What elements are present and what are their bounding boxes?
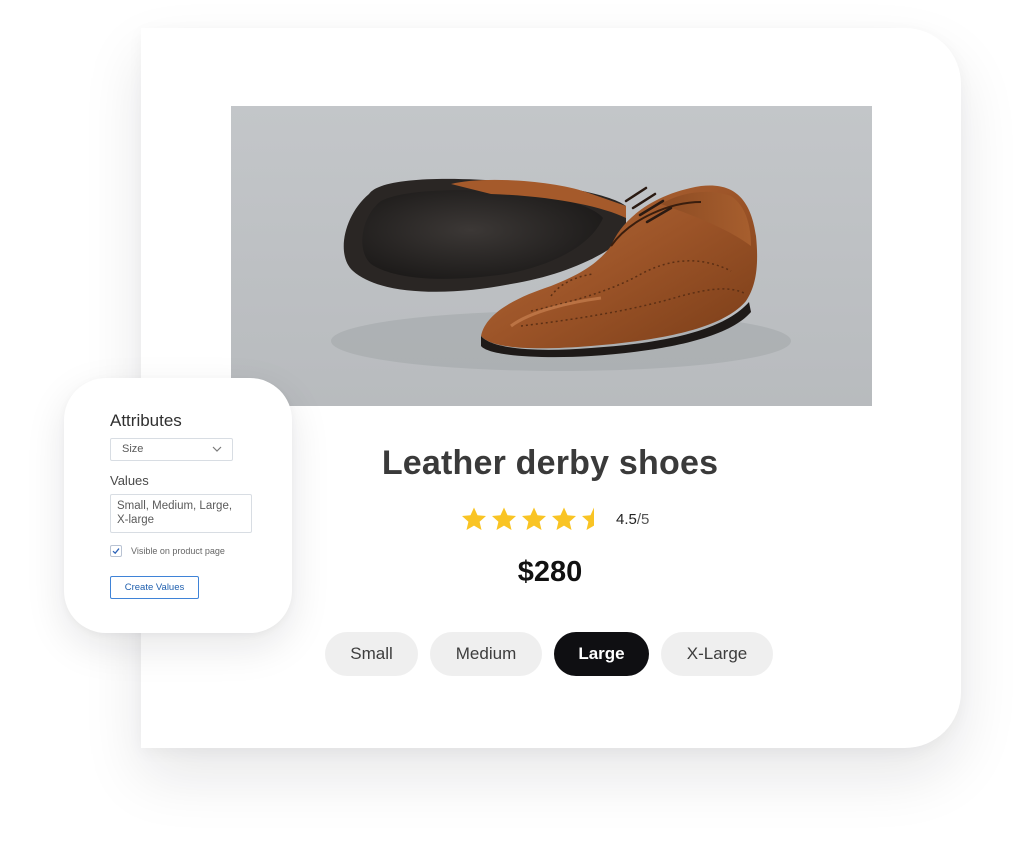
- attribute-select[interactable]: Size: [110, 438, 233, 461]
- star-icon: [552, 507, 576, 530]
- attributes-title: Attributes: [110, 411, 182, 430]
- chevron-down-icon: [212, 446, 222, 452]
- attributes-panel: Attributes Size Values Small, Medium, La…: [64, 378, 292, 633]
- size-option-small[interactable]: Small: [325, 632, 418, 676]
- size-option-large[interactable]: Large: [554, 632, 649, 676]
- check-icon: [112, 548, 120, 555]
- star-icon: [522, 507, 546, 530]
- size-option-x-large[interactable]: X-Large: [661, 632, 773, 676]
- product-rating: 4.5/5: [460, 505, 649, 533]
- rating-stars: [460, 506, 608, 532]
- star-icon: [492, 507, 516, 530]
- visible-checkbox[interactable]: [110, 545, 122, 557]
- size-option-medium[interactable]: Medium: [430, 632, 542, 676]
- values-textarea[interactable]: Small, Medium, Large, X-large: [110, 494, 252, 533]
- product-image: [231, 106, 872, 406]
- size-selector: Small Medium Large X-Large: [325, 632, 773, 676]
- product-title: Leather derby shoes: [381, 444, 719, 482]
- values-label: Values: [110, 473, 149, 488]
- attribute-select-value: Size: [122, 443, 144, 455]
- product-price: $280: [517, 556, 583, 588]
- half-star-icon: [582, 507, 594, 530]
- star-icon: [462, 507, 486, 530]
- visible-checkbox-label: Visible on product page: [131, 546, 225, 556]
- rating-text: 4.5/5: [616, 511, 649, 528]
- rating-value: 4.5: [616, 510, 637, 528]
- create-values-button[interactable]: Create Values: [110, 576, 199, 599]
- rating-max: 5: [641, 510, 650, 528]
